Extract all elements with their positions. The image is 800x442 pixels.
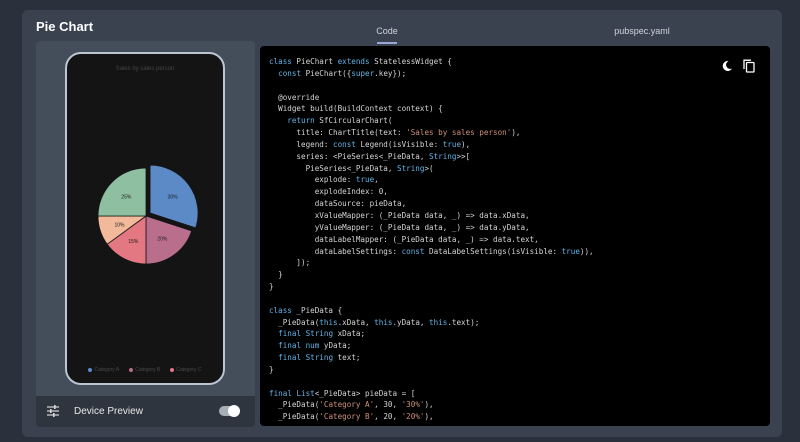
legend-label: Category B: [135, 367, 161, 373]
legend-item[interactable]: Category C: [170, 367, 202, 373]
phone-frame: Sales by sales person 30% 20% 15% 10% 25% Ca…: [65, 52, 225, 385]
pie-data-label: 20%: [157, 237, 168, 243]
device-preview-bar: Device Preview: [36, 396, 255, 427]
code-line: title: ChartTitle(text: 'Sales by sales …: [269, 128, 521, 138]
code-panel: class PieChart extends StatelessWidget {…: [260, 46, 770, 426]
pie-data-label: 30%: [168, 195, 179, 201]
code-line: final List<_PieData> pieData = [: [269, 388, 416, 398]
legend-item[interactable]: Category B: [129, 367, 160, 373]
code-line: legend: const Legend(isVisible: true),: [269, 139, 471, 149]
moon-icon[interactable]: [721, 60, 733, 72]
pie-chart: 30% 20% 15% 10% 25%: [93, 163, 199, 274]
code-line: xValueMapper: (_PieData data, _) => data…: [269, 210, 530, 220]
code-line: class _PieData {: [269, 305, 343, 315]
toggle-knob: [228, 405, 240, 417]
device-preview-area: Sales by sales person 30% 20% 15% 10% 25% Ca…: [36, 41, 255, 396]
code-line: }: [269, 282, 274, 292]
code-line: ]);: [269, 258, 311, 268]
code-line: Widget build(BuildContext context) {: [269, 104, 443, 114]
chart-title: Sales by sales person: [115, 66, 175, 72]
tune-icon[interactable]: [47, 405, 59, 417]
code-line: _PieData('Category A', 30, '30%'),: [269, 400, 434, 410]
device-preview-toggle[interactable]: [219, 405, 240, 417]
code-line: explode: true,: [269, 175, 379, 185]
code-line: return SfCircularChart(: [287, 116, 393, 126]
code-line: const PieChart({super.key});: [278, 68, 407, 78]
pie-data-label: 10%: [115, 223, 126, 229]
pie-slice-category-e[interactable]: [97, 167, 147, 217]
copy-icon[interactable]: [743, 59, 755, 73]
legend-label: Category C: [176, 367, 202, 373]
pie-data-label: 15%: [128, 239, 139, 245]
legend-dot-icon: [170, 368, 175, 372]
code-line: _PieData('Category B', 20, '20%'),: [269, 412, 434, 422]
code-line: dataLabelSettings: const DataLabelSettin…: [269, 246, 594, 256]
active-tab-indicator: [377, 42, 397, 44]
code-line: final num yData;: [278, 341, 352, 351]
code-line: series: <PieSeries<_PieData, String>>[: [269, 151, 471, 161]
page-title: Pie Chart: [36, 19, 94, 34]
pie-data-label: 25%: [121, 194, 132, 200]
tab-bar: Code pubspec.yaml: [260, 26, 770, 46]
legend-item[interactable]: Category A: [88, 367, 119, 373]
code-line: dataSource: pieData,: [269, 199, 407, 209]
code-line: dataLabelMapper: (_PieData data, _) => d…: [269, 234, 539, 244]
code-line: final String text;: [278, 353, 361, 363]
legend-dot-icon: [88, 368, 93, 372]
code-line: _PieData(this.xData, this.yData, this.te…: [269, 317, 480, 327]
code-line: @override: [269, 92, 320, 102]
tab-pubspec[interactable]: pubspec.yaml: [612, 26, 672, 36]
device-preview-label: Device Preview: [74, 406, 143, 417]
code-line: yValueMapper: (_PieData data, _) => data…: [269, 222, 530, 232]
code-line: }: [269, 364, 274, 374]
code-block: class PieChart extends StatelessWidget {…: [269, 56, 594, 423]
code-line: class PieChart extends StatelessWidget {: [269, 57, 452, 66]
code-line: PieSeries<_PieData, String>(: [269, 163, 434, 173]
legend-dot-icon: [129, 368, 134, 372]
pie-chart-svg: 30% 20% 15% 10% 25%: [97, 164, 199, 265]
code-line: explodeIndex: 0,: [269, 187, 388, 197]
code-line: final String xData;: [278, 329, 366, 339]
legend-label: Category A: [94, 367, 120, 373]
code-line: }: [269, 270, 283, 280]
chart-legend: Category A Category B Category C: [67, 367, 223, 373]
tab-code[interactable]: Code: [370, 26, 404, 36]
